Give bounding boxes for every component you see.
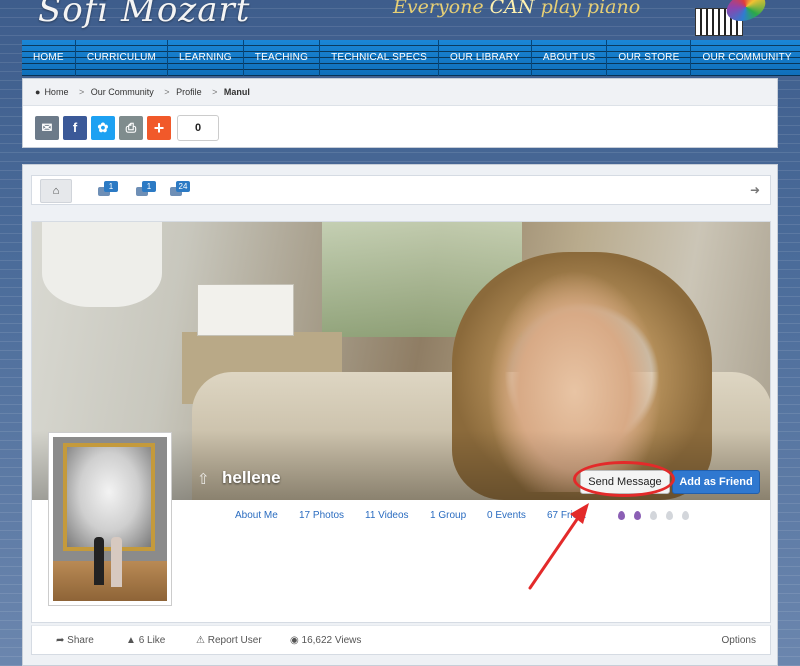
map-pin-icon: ● <box>35 87 41 97</box>
avatar[interactable] <box>48 432 172 606</box>
nav-learning[interactable]: LEARNING <box>168 40 244 76</box>
cover-lamp-shape <box>42 222 162 307</box>
nav-our-store[interactable]: OUR STORE <box>607 40 692 76</box>
profile-actions-bar: ➦ Share ▲ 6 Like ⚠ Report User ◉ 16,622 … <box>31 625 771 655</box>
report-label: Report User <box>207 635 262 646</box>
cover-box-shape <box>197 284 294 336</box>
warning-icon: ⚠ <box>196 635 208 646</box>
tagline-prefix: Everyone <box>393 0 484 18</box>
site-logo[interactable]: Sofi Mozart <box>38 0 250 30</box>
eye-icon: ◉ <box>290 635 302 646</box>
site-header: Sofi Mozart Everyone CAN play piano <box>0 0 800 38</box>
rating-drop-icon <box>682 511 689 520</box>
thumbs-up-icon: ▲ <box>126 635 139 646</box>
tagline-suffix: play piano <box>540 0 641 18</box>
nav-our-community[interactable]: OUR COMMUNITY <box>691 40 800 76</box>
share-label: Share <box>67 635 94 646</box>
notifications-badge: 24 <box>176 181 190 192</box>
breadcrumb-current: Manul <box>223 87 250 97</box>
avatar-visitor-2 <box>111 537 122 587</box>
nav-about-us[interactable]: ABOUT US <box>532 40 608 76</box>
like-label: 6 Like <box>138 635 166 646</box>
print-icon[interactable]: ⎙ <box>119 116 143 140</box>
avatar-portrait-frame <box>63 443 155 551</box>
breadcrumb-home[interactable]: Home <box>44 87 68 97</box>
friend-requests-badge: 1 <box>104 181 118 192</box>
breadcrumb: ● Home > Our Community > Profile > Manul <box>23 79 777 106</box>
rating-drop-icon <box>618 511 625 520</box>
nav-teaching[interactable]: TEACHING <box>244 40 321 76</box>
tagline-can: CAN <box>489 0 535 18</box>
stat-about-me[interactable]: About Me <box>235 510 278 521</box>
avatar-floor <box>53 561 167 601</box>
notifications-icon[interactable]: 24 <box>170 181 190 199</box>
messages-icon[interactable]: 1 <box>136 181 156 199</box>
views-label: 16,622 Views <box>301 635 362 646</box>
stat-videos[interactable]: 11 Videos <box>365 510 409 521</box>
avatar-visitor-1 <box>94 537 104 585</box>
share-action[interactable]: ➦ Share <box>56 635 94 646</box>
breadcrumb-separator: > <box>164 87 170 97</box>
profile-panel: ⌂ 1 1 24 ➜ ⇧ hellene Send Message Add as… <box>22 164 778 666</box>
friend-requests-icon[interactable]: 1 <box>98 181 118 199</box>
nav-technical-specs[interactable]: TECHNICAL SPECS <box>320 40 440 76</box>
nav-our-library[interactable]: OUR LIBRARY <box>439 40 532 76</box>
main-nav: HOME CURRICULUM LEARNING TEACHING TECHNI… <box>22 40 792 76</box>
site-tagline: Everyone CAN play piano <box>393 0 640 18</box>
messages-badge: 1 <box>142 181 156 192</box>
cover-upload-icon[interactable]: ⇧ <box>197 470 210 488</box>
breadcrumb-separator: > <box>78 87 85 97</box>
breadcrumb-separator: > <box>212 87 218 97</box>
breadcrumb-community[interactable]: Our Community <box>91 87 154 97</box>
profile-name: hellene <box>222 468 281 487</box>
breadcrumb-profile[interactable]: Profile <box>176 87 202 97</box>
nav-curriculum[interactable]: CURRICULUM <box>76 40 169 76</box>
profile-card: ⇧ hellene Send Message Add as Friend Abo… <box>31 221 771 623</box>
share-bar: ✉ f ✿ ⎙ + 0 <box>35 115 219 141</box>
facebook-share-icon[interactable]: f <box>63 116 87 140</box>
stat-photos[interactable]: 17 Photos <box>299 510 344 521</box>
home-icon[interactable]: ⌂ <box>40 179 72 203</box>
twitter-share-icon[interactable]: ✿ <box>91 116 115 140</box>
share-icon: ➦ <box>56 635 68 646</box>
rating-drop-icon <box>666 511 673 520</box>
views-count: ◉ 16,622 Views <box>290 635 361 646</box>
stat-friends[interactable]: 67 Frie... <box>547 510 586 521</box>
like-action[interactable]: ▲ 6 Like <box>126 635 165 646</box>
profile-toolbar: ⌂ 1 1 24 ➜ <box>31 175 771 205</box>
report-user-action[interactable]: ⚠ Report User <box>196 635 262 646</box>
more-share-icon[interactable]: + <box>147 116 171 140</box>
annotation-circle <box>573 461 675 497</box>
rating-drop-icon <box>634 511 641 520</box>
rating-drop-icon <box>650 511 657 520</box>
options-button[interactable]: Options <box>722 635 756 646</box>
email-share-icon[interactable]: ✉ <box>35 116 59 140</box>
logout-icon[interactable]: ➜ <box>750 183 760 197</box>
share-count: 0 <box>177 115 219 141</box>
breadcrumb-share-panel: ● Home > Our Community > Profile > Manul … <box>22 78 778 148</box>
stat-events[interactable]: 0 Events <box>487 510 526 521</box>
add-friend-button[interactable]: Add as Friend <box>672 470 760 494</box>
stat-groups[interactable]: 1 Group <box>430 510 466 521</box>
nav-home[interactable]: HOME <box>22 40 76 76</box>
